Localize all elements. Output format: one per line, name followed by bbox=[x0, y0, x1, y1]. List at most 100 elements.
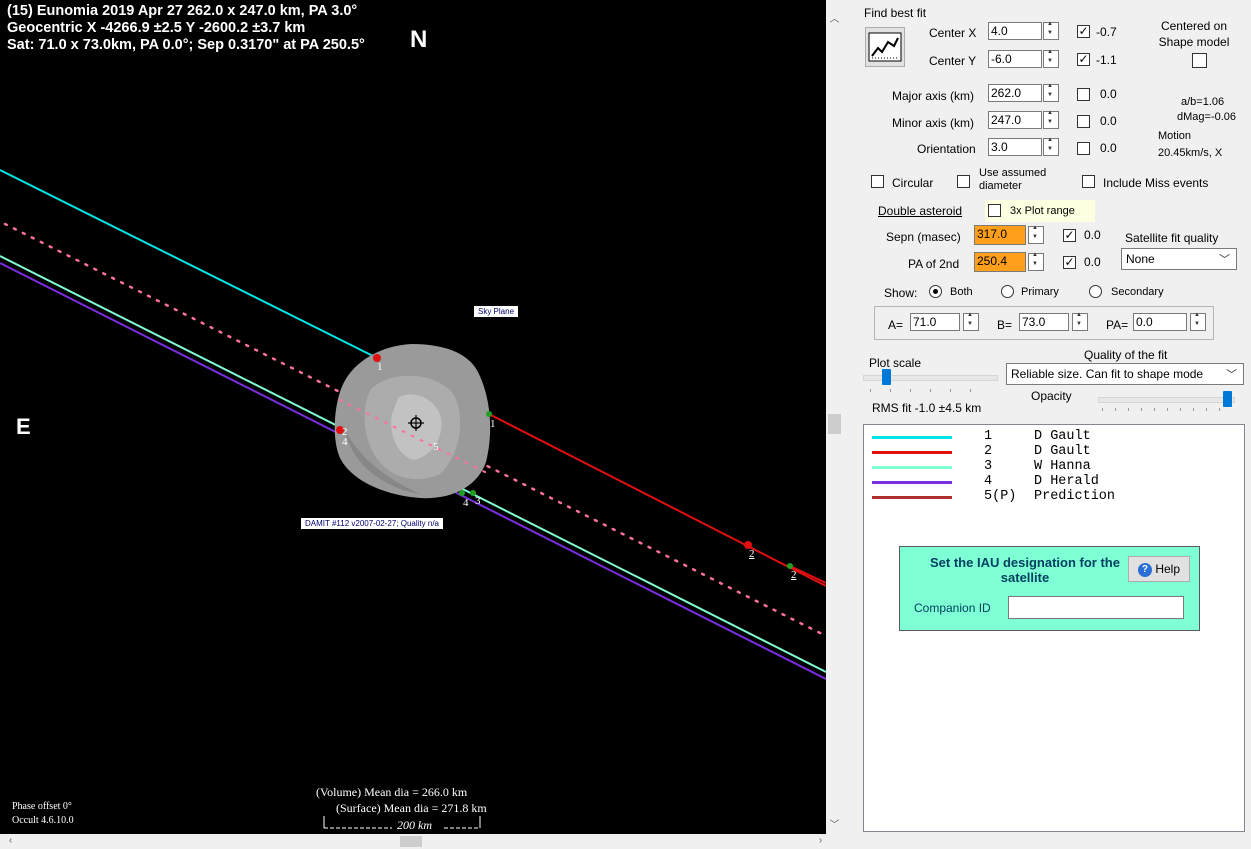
quality-dropdown[interactable]: Reliable size. Can fit to shape mode ﹀ bbox=[1006, 363, 1244, 385]
sat-b-spinner[interactable] bbox=[1072, 312, 1088, 331]
sat-fit-quality-label: Satellite fit quality bbox=[1125, 231, 1219, 245]
mean-dia-volume: (Volume) Mean dia = 266.0 km bbox=[316, 785, 468, 799]
quality-label: Quality of the fit bbox=[1084, 348, 1168, 362]
minor-axis-fit-value: 0.0 bbox=[1100, 114, 1117, 128]
center-y-fit-value: -1.1 bbox=[1096, 53, 1117, 67]
plot-horizontal-scrollbar[interactable]: ‹ › bbox=[0, 834, 843, 849]
include-miss-checkbox[interactable] bbox=[1082, 175, 1095, 188]
companion-id-input[interactable] bbox=[1008, 596, 1184, 619]
sepn-label: Sepn (masec) bbox=[886, 230, 961, 244]
motion-label: Motion bbox=[1158, 130, 1192, 142]
show-both-radio[interactable] bbox=[929, 285, 942, 298]
sat-pa-input[interactable]: 0.0 bbox=[1133, 313, 1187, 331]
plot-range-checkbox[interactable] bbox=[988, 204, 1001, 217]
scale-bar-label: 200 km bbox=[397, 818, 432, 832]
sepn-input[interactable]: 317.0 bbox=[974, 225, 1026, 245]
orientation-fit-checkbox[interactable] bbox=[1077, 142, 1090, 155]
scroll-left-icon[interactable]: ‹ bbox=[2, 835, 19, 846]
orientation-input[interactable]: 3.0 bbox=[988, 138, 1042, 156]
double-asteroid-link[interactable]: Double asteroid bbox=[878, 204, 962, 218]
scroll-up-icon[interactable]: ︿ bbox=[826, 10, 843, 25]
major-axis-fit-value: 0.0 bbox=[1100, 87, 1117, 101]
show-primary-label: Primary bbox=[1021, 286, 1059, 298]
sat-fit-quality-dropdown[interactable]: None ﹀ bbox=[1121, 248, 1237, 270]
circular-checkbox[interactable] bbox=[871, 175, 884, 188]
pa2-input[interactable]: 250.4 bbox=[974, 252, 1026, 272]
plot-range-label: 3x Plot range bbox=[1010, 205, 1075, 217]
sat-a-input[interactable]: 71.0 bbox=[910, 313, 960, 331]
centered-on-shape-checkbox[interactable] bbox=[1192, 53, 1207, 68]
observer-list[interactable]: 1 D Gault 2 D Gault 3 W Hanna 4 D Herald… bbox=[863, 424, 1245, 832]
major-axis-input[interactable]: 262.0 bbox=[988, 84, 1042, 102]
sat-pa-spinner[interactable] bbox=[1190, 312, 1206, 331]
pa2-spinner[interactable] bbox=[1028, 252, 1044, 271]
plot-graphics bbox=[0, 169, 826, 829]
scroll-right-icon[interactable]: › bbox=[812, 835, 829, 846]
orientation-label: Orientation bbox=[917, 142, 976, 156]
center-x-label: Center X bbox=[929, 26, 977, 40]
sat-a-label: A= bbox=[888, 318, 904, 332]
legend-line bbox=[872, 451, 952, 454]
chevron-down-icon: ﹀ bbox=[1226, 369, 1237, 381]
sat-a-spinner[interactable] bbox=[963, 312, 979, 331]
plot-header-line2: Geocentric X -4266.9 ±2.5 Y -2600.2 ±3.7… bbox=[7, 20, 306, 36]
major-axis-label: Major axis (km) bbox=[892, 89, 975, 103]
center-x-input[interactable]: 4.0 bbox=[988, 22, 1042, 40]
scroll-thumb[interactable] bbox=[828, 414, 841, 434]
sat-b-input[interactable]: 73.0 bbox=[1019, 313, 1069, 331]
show-primary-radio[interactable] bbox=[1001, 285, 1014, 298]
chord-label: 3 bbox=[475, 495, 481, 507]
minor-axis-spinner[interactable] bbox=[1043, 110, 1059, 129]
motion-value: 20.45km/s, X bbox=[1158, 147, 1223, 159]
opacity-track[interactable] bbox=[1098, 397, 1235, 403]
plot-header-line1: (15) Eunomia 2019 Apr 27 262.0 x 247.0 k… bbox=[7, 3, 358, 19]
plot-vertical-scrollbar[interactable]: ︿ ﹀ bbox=[826, 0, 843, 834]
help-button[interactable]: ? Help bbox=[1128, 556, 1190, 582]
chord-label: 2 bbox=[749, 548, 755, 560]
center-y-fit-checkbox[interactable]: ✓ bbox=[1077, 53, 1090, 66]
legend-line bbox=[872, 436, 952, 439]
orientation-spinner[interactable] bbox=[1043, 137, 1059, 156]
mean-dia-surface: (Surface) Mean dia = 271.8 km bbox=[336, 801, 487, 815]
scroll-down-icon[interactable]: ﹀ bbox=[826, 816, 843, 831]
help-icon: ? bbox=[1137, 562, 1152, 577]
use-assumed-label: Use assumed diameter bbox=[979, 167, 1047, 192]
center-y-spinner[interactable] bbox=[1043, 49, 1059, 68]
show-secondary-label: Secondary bbox=[1111, 286, 1164, 298]
use-assumed-checkbox[interactable] bbox=[957, 175, 970, 188]
sky-plane-label: Sky Plane bbox=[474, 306, 519, 317]
sepn-fit-value: 0.0 bbox=[1084, 228, 1101, 242]
center-x-fit-checkbox[interactable]: ✓ bbox=[1077, 25, 1090, 38]
pa2-fit-checkbox[interactable]: ✓ bbox=[1063, 256, 1076, 269]
sepn-spinner[interactable] bbox=[1028, 225, 1044, 244]
companion-id-label: Companion ID bbox=[914, 601, 991, 615]
legend-line bbox=[872, 481, 952, 484]
plot-scale-label: Plot scale bbox=[869, 356, 922, 370]
chord-label: 1 bbox=[377, 361, 383, 373]
plot-header-line3: Sat: 71.0 x 73.0km, PA 0.0°; Sep 0.3170"… bbox=[7, 37, 365, 53]
plot-scale-slider[interactable] bbox=[882, 369, 891, 385]
scroll-thumb[interactable] bbox=[400, 836, 422, 847]
ab-ratio: a/b=1.06 bbox=[1181, 96, 1225, 108]
occultation-plot[interactable]: (15) Eunomia 2019 Apr 27 262.0 x 247.0 k… bbox=[0, 0, 826, 834]
chord-label: 4 bbox=[342, 436, 348, 448]
minor-axis-input[interactable]: 247.0 bbox=[988, 111, 1042, 129]
orientation-fit-value: 0.0 bbox=[1100, 141, 1117, 155]
sepn-fit-checkbox[interactable]: ✓ bbox=[1063, 229, 1076, 242]
fit-panel: Find best fit Center X 4.0 ✓ -0.7 Center… bbox=[846, 0, 1251, 849]
major-axis-spinner[interactable] bbox=[1043, 83, 1059, 102]
center-y-input[interactable]: -6.0 bbox=[988, 50, 1042, 68]
rms-fit-label: RMS fit -1.0 ±4.5 km bbox=[872, 401, 982, 415]
minor-axis-fit-checkbox[interactable] bbox=[1077, 115, 1090, 128]
chord-label: 1 bbox=[490, 418, 496, 430]
center-y-label: Center Y bbox=[929, 54, 977, 68]
find-best-fit-button[interactable] bbox=[865, 27, 905, 67]
opacity-slider[interactable] bbox=[1223, 391, 1232, 407]
version-label: Occult 4.6.10.0 bbox=[12, 815, 74, 826]
centered-on-shape-label: Centered on Shape model bbox=[1158, 19, 1230, 49]
center-x-spinner[interactable] bbox=[1043, 21, 1059, 40]
damit-label: DAMIT #112 v2007-02-27; Quality n/a bbox=[301, 518, 443, 529]
chord-label: 4 bbox=[463, 497, 469, 509]
major-axis-fit-checkbox[interactable] bbox=[1077, 88, 1090, 101]
show-secondary-radio[interactable] bbox=[1089, 285, 1102, 298]
